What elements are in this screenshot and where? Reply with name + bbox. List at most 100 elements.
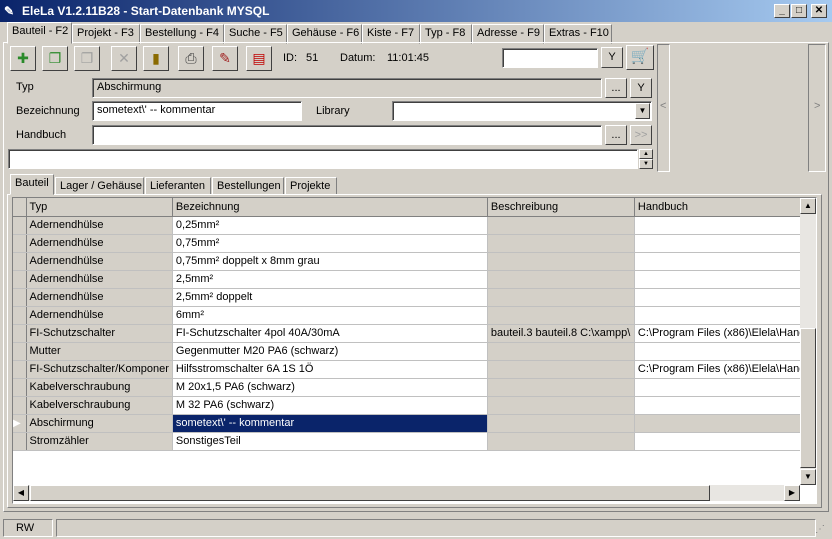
cell-typ[interactable]: Kabelverschraubung — [26, 396, 173, 415]
cell-hand[interactable] — [634, 342, 816, 361]
cell-beschr[interactable] — [487, 234, 635, 253]
typ-y-button[interactable]: Y — [630, 78, 652, 98]
table-row[interactable]: FI-Schutzschalter FI-Schutzschalter 4pol … — [13, 324, 816, 343]
cell-bez[interactable]: sometext\' -- kommentar — [172, 414, 488, 433]
cell-bez[interactable]: 0,75mm² — [172, 234, 488, 253]
typ-browse-button[interactable]: ... — [605, 78, 627, 98]
cell-typ[interactable]: Stromzähler — [26, 432, 173, 451]
sub-tab-3[interactable]: Bestellungen — [212, 177, 284, 195]
handbuch-open-button[interactable]: >> — [630, 125, 652, 145]
library-select[interactable] — [392, 101, 652, 121]
table-row[interactable]: Kabelverschraubung M 20x1,5 PA6 (schwarz) — [13, 378, 816, 397]
cell-bez[interactable]: M 20x1,5 PA6 (schwarz) — [172, 378, 488, 397]
main-tab-5[interactable]: Kiste - F7 — [362, 24, 420, 44]
main-tab-1[interactable]: Projekt - F3 — [72, 24, 140, 44]
cart-button[interactable]: 🛒 — [626, 45, 654, 70]
library-dropdown-button[interactable]: ▼ — [635, 103, 650, 119]
main-tab-8[interactable]: Extras - F10 — [544, 24, 612, 44]
cell-hand[interactable] — [634, 234, 816, 253]
cell-typ[interactable]: Adernendhülse — [26, 306, 173, 325]
horizontal-scrollbar[interactable]: ◀ ▶ — [13, 485, 800, 501]
sub-tab-1[interactable]: Lager / Gehäuse — [55, 177, 144, 195]
cell-typ[interactable]: FI-Schutzschalter/Komponer — [26, 360, 173, 379]
main-tab-0[interactable]: Bauteil - F2 — [7, 22, 72, 44]
close-button[interactable]: ✕ — [811, 4, 827, 18]
cell-hand[interactable]: C:\Program Files (x86)\Elela\Handb — [634, 324, 816, 343]
cell-bez[interactable]: 6mm² — [172, 306, 488, 325]
main-tab-6[interactable]: Typ - F8 — [420, 24, 472, 44]
cell-beschr[interactable] — [487, 342, 635, 361]
cell-hand[interactable] — [634, 270, 816, 289]
cell-bez[interactable]: M 32 PA6 (schwarz) — [172, 396, 488, 415]
right-collapse-panel[interactable]: > — [808, 44, 826, 172]
cell-typ[interactable]: Abschirmung — [26, 414, 173, 433]
scroll-down-button[interactable]: ▼ — [800, 469, 816, 485]
main-tab-7[interactable]: Adresse - F9 — [472, 24, 544, 44]
maximize-button[interactable]: □ — [791, 4, 807, 18]
cell-beschr[interactable] — [487, 288, 635, 307]
main-tab-3[interactable]: Suche - F5 — [224, 24, 287, 44]
new-button[interactable]: ✚ — [10, 46, 36, 71]
cell-bez[interactable]: Hilfsstromschalter 6A 1S 1Ö — [172, 360, 488, 379]
scroll-left-button[interactable]: ◀ — [13, 485, 29, 501]
minimize-button[interactable]: _ — [774, 4, 790, 18]
cell-typ[interactable]: Adernendhülse — [26, 288, 173, 307]
cell-hand[interactable] — [634, 378, 816, 397]
cell-beschr[interactable] — [487, 306, 635, 325]
scroll-right-button[interactable]: ▶ — [784, 485, 800, 501]
scroll-thumb[interactable] — [800, 328, 816, 468]
column-header-beschreibung[interactable]: Beschreibung — [487, 198, 635, 217]
cell-beschr[interactable] — [487, 432, 635, 451]
row-indicator[interactable] — [13, 234, 27, 253]
notes-field[interactable] — [8, 149, 638, 169]
cell-hand[interactable] — [634, 432, 816, 451]
row-indicator[interactable] — [13, 378, 27, 397]
cell-hand[interactable] — [634, 306, 816, 325]
row-indicator[interactable] — [13, 306, 27, 325]
cell-bez[interactable]: 2,5mm² — [172, 270, 488, 289]
archive-button[interactable]: ▮ — [143, 46, 169, 71]
row-indicator[interactable] — [13, 270, 27, 289]
main-tab-2[interactable]: Bestellung - F4 — [140, 24, 224, 44]
bezeichnung-field[interactable]: sometext\' -- kommentar — [92, 101, 302, 121]
row-indicator[interactable] — [13, 360, 27, 379]
sub-tab-0[interactable]: Bauteil — [10, 174, 54, 195]
table-row[interactable]: FI-Schutzschalter/Komponer Hilfsstromscha… — [13, 360, 816, 379]
left-collapse-panel[interactable]: < — [657, 44, 670, 172]
scroll-h-thumb[interactable] — [30, 485, 710, 501]
cell-beschr[interactable] — [487, 270, 635, 289]
cell-typ[interactable]: Kabelverschraubung — [26, 378, 173, 397]
cell-bez[interactable]: FI-Schutzschalter 4pol 40A/30mA — [172, 324, 488, 343]
table-row[interactable]: Mutter Gegenmutter M20 PA6 (schwarz) — [13, 342, 816, 361]
cell-bez[interactable]: 2,5mm² doppelt — [172, 288, 488, 307]
row-indicator[interactable] — [13, 342, 27, 361]
table-row[interactable]: Stromzähler SonstigesTeil — [13, 432, 816, 451]
report-button[interactable]: ▤ — [246, 46, 272, 71]
column-header-typ[interactable]: Typ — [26, 198, 173, 217]
cell-typ[interactable]: Adernendhülse — [26, 270, 173, 289]
row-indicator[interactable] — [13, 288, 27, 307]
row-indicator[interactable] — [13, 432, 27, 451]
table-row[interactable]: Kabelverschraubung M 32 PA6 (schwarz) — [13, 396, 816, 415]
table-row[interactable]: ▶ Abschirmung sometext\' -- kommentar — [13, 414, 816, 433]
cell-bez[interactable]: SonstigesTeil — [172, 432, 488, 451]
column-header-handbuch[interactable]: Handbuch — [634, 198, 816, 217]
typ-field[interactable]: Abschirmung — [92, 78, 602, 98]
delete-button[interactable]: ✕ — [111, 46, 137, 71]
cell-typ[interactable]: Mutter — [26, 342, 173, 361]
row-indicator[interactable]: ▶ — [13, 414, 27, 433]
cell-beschr[interactable] — [487, 378, 635, 397]
main-tab-4[interactable]: Gehäuse - F6 — [287, 24, 362, 44]
row-indicator[interactable] — [13, 324, 27, 343]
cell-typ[interactable]: Adernendhülse — [26, 252, 173, 271]
table-row[interactable]: Adernendhülse 0,25mm² — [13, 216, 816, 235]
cell-bez[interactable]: 0,75mm² doppelt x 8mm grau — [172, 252, 488, 271]
table-row[interactable]: Adernendhülse 2,5mm² doppelt — [13, 288, 816, 307]
row-indicator[interactable] — [13, 216, 27, 235]
cell-hand[interactable] — [634, 396, 816, 415]
copy-disabled-button[interactable]: ❐ — [74, 46, 100, 71]
cell-beschr[interactable] — [487, 216, 635, 235]
handbuch-field[interactable] — [92, 125, 602, 145]
cell-typ[interactable]: FI-Schutzschalter — [26, 324, 173, 343]
row-indicator[interactable] — [13, 252, 27, 271]
